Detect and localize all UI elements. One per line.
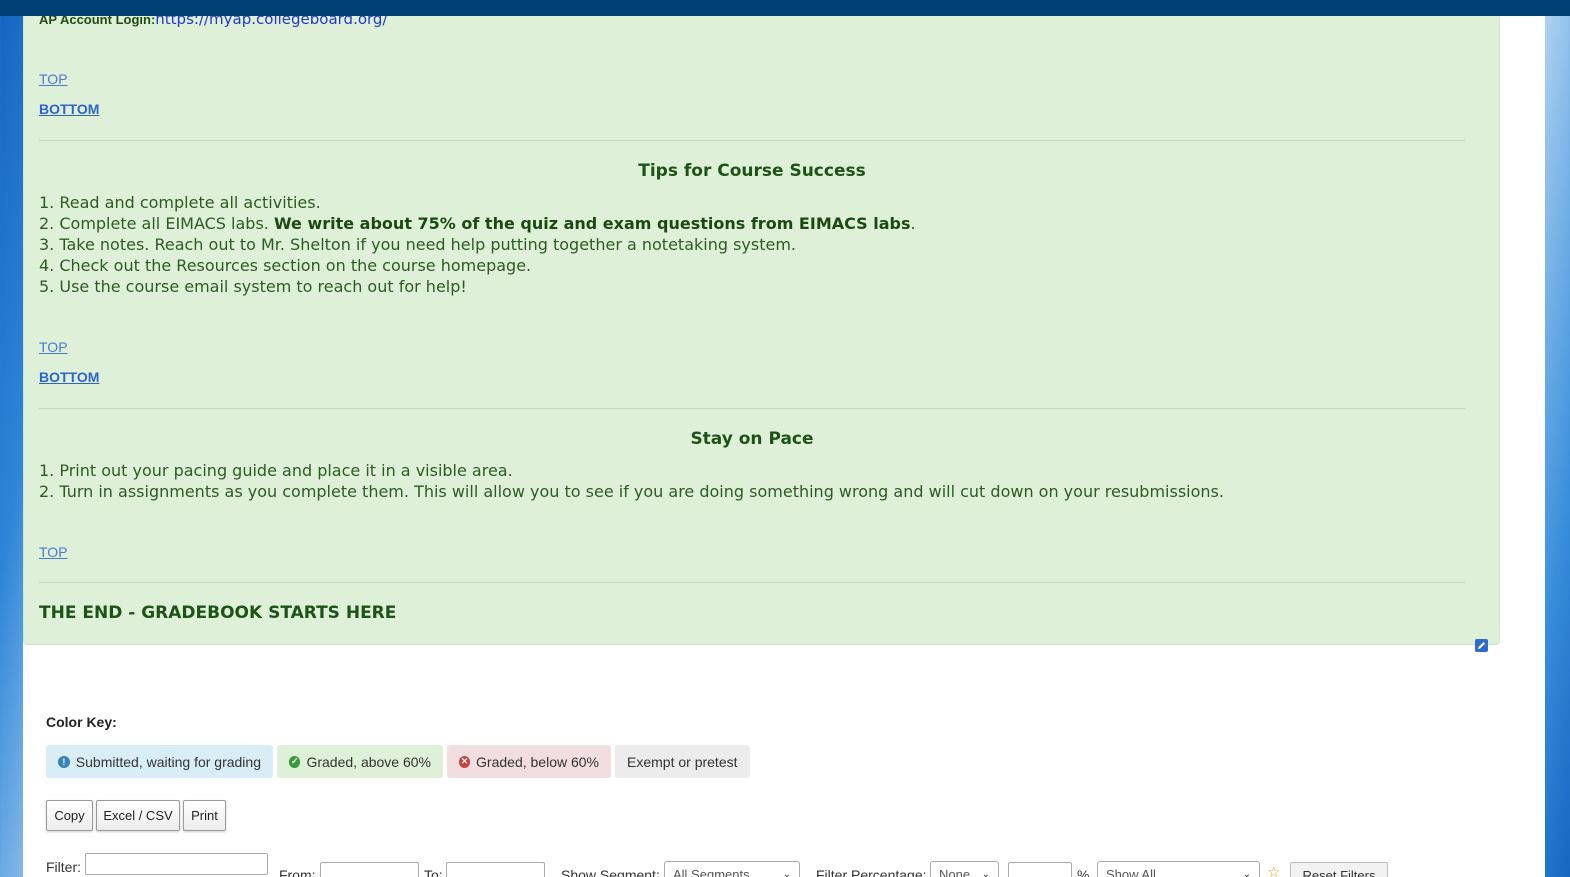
tip-item: 3. Take notes. Reach out to Mr. Shelton … xyxy=(39,235,797,254)
show-value: Show All xyxy=(1106,866,1156,877)
bottom-link[interactable]: BOTTOM xyxy=(39,101,99,117)
tip-item: 1. Read and complete all activities. xyxy=(39,193,321,212)
legend-exempt: Exempt or pretest xyxy=(615,745,750,778)
top-link[interactable]: TOP xyxy=(39,339,68,355)
print-button[interactable]: Print xyxy=(183,800,226,831)
tip-item: 5. Use the course email system to reach … xyxy=(39,277,467,296)
end-title: THE END - GRADEBOOK STARTS HERE xyxy=(39,603,397,623)
bottom-link[interactable]: BOTTOM xyxy=(39,369,99,385)
to-date-input[interactable] xyxy=(446,862,545,877)
percentage-select[interactable]: None ⌄ xyxy=(930,861,999,877)
tip-item: 4. Check out the Resources section on th… xyxy=(39,256,532,275)
tip-item-text: 2. Complete all EIMACS labs. xyxy=(39,214,274,233)
legend-graded-above: ✓ Graded, above 60% xyxy=(277,745,443,778)
chevron-down-icon: ⌄ xyxy=(981,868,990,877)
star-icon[interactable]: ☆ xyxy=(1267,863,1280,877)
percentage-input[interactable] xyxy=(1008,862,1072,877)
check-circle-icon: ✓ xyxy=(289,755,301,768)
legend-graded-below: ✕ Graded, below 60% xyxy=(447,745,611,778)
filter-input[interactable] xyxy=(85,853,268,875)
x-circle-icon: ✕ xyxy=(459,755,471,768)
percentage-label: Filter Percentage: xyxy=(816,867,927,877)
reset-filters-button[interactable]: Reset Filters xyxy=(1290,862,1388,877)
chevron-down-icon: ⌄ xyxy=(782,868,791,877)
percent-sign: % xyxy=(1077,867,1090,877)
top-link[interactable]: TOP xyxy=(39,71,68,87)
filter-label: Filter: xyxy=(46,859,81,875)
legend-text: Graded, above 60% xyxy=(306,753,431,770)
course-info-panel: AP Account Login:https://myap.collegeboa… xyxy=(23,0,1500,645)
segment-value: All Segments xyxy=(673,866,750,877)
segment-select[interactable]: All Segments ⌄ xyxy=(664,861,800,877)
edit-icon[interactable] xyxy=(1475,639,1488,652)
chevron-down-icon: ⌄ xyxy=(1242,868,1251,877)
legend-text: Exempt or pretest xyxy=(627,753,738,770)
segment-label: Show Segment: xyxy=(561,867,660,877)
show-select[interactable]: Show All ⌄ xyxy=(1097,861,1260,877)
from-date-input[interactable] xyxy=(320,862,419,877)
color-key-label: Color Key: xyxy=(46,714,117,730)
divider xyxy=(39,140,1465,141)
tip-item: 2. Complete all EIMACS labs. We write ab… xyxy=(39,214,916,233)
percentage-value: None xyxy=(939,866,971,877)
legend-text: Submitted, waiting for grading xyxy=(75,753,261,770)
tip-item-emphasis: We write about 75% of the quiz and exam … xyxy=(273,214,911,233)
excel-csv-button[interactable]: Excel / CSV xyxy=(96,800,180,831)
pace-item: 2. Turn in assignments as you complete t… xyxy=(39,482,1224,501)
copy-button[interactable]: Copy xyxy=(46,800,93,831)
from-label: From: xyxy=(279,867,316,877)
legend-text: Graded, below 60% xyxy=(476,753,599,770)
legend-submitted: ! Submitted, waiting for grading xyxy=(46,745,273,778)
info-icon: ! xyxy=(58,755,70,768)
pace-item: 1. Print out your pacing guide and place… xyxy=(39,461,513,480)
top-link[interactable]: TOP xyxy=(39,544,68,560)
tip-item-end: . xyxy=(910,214,916,233)
divider xyxy=(39,408,1465,409)
tips-title: Tips for Course Success xyxy=(638,161,866,181)
divider xyxy=(39,582,1465,583)
top-bar xyxy=(0,0,1570,16)
pace-title: Stay on Pace xyxy=(690,429,814,449)
to-label: To: xyxy=(424,867,443,877)
